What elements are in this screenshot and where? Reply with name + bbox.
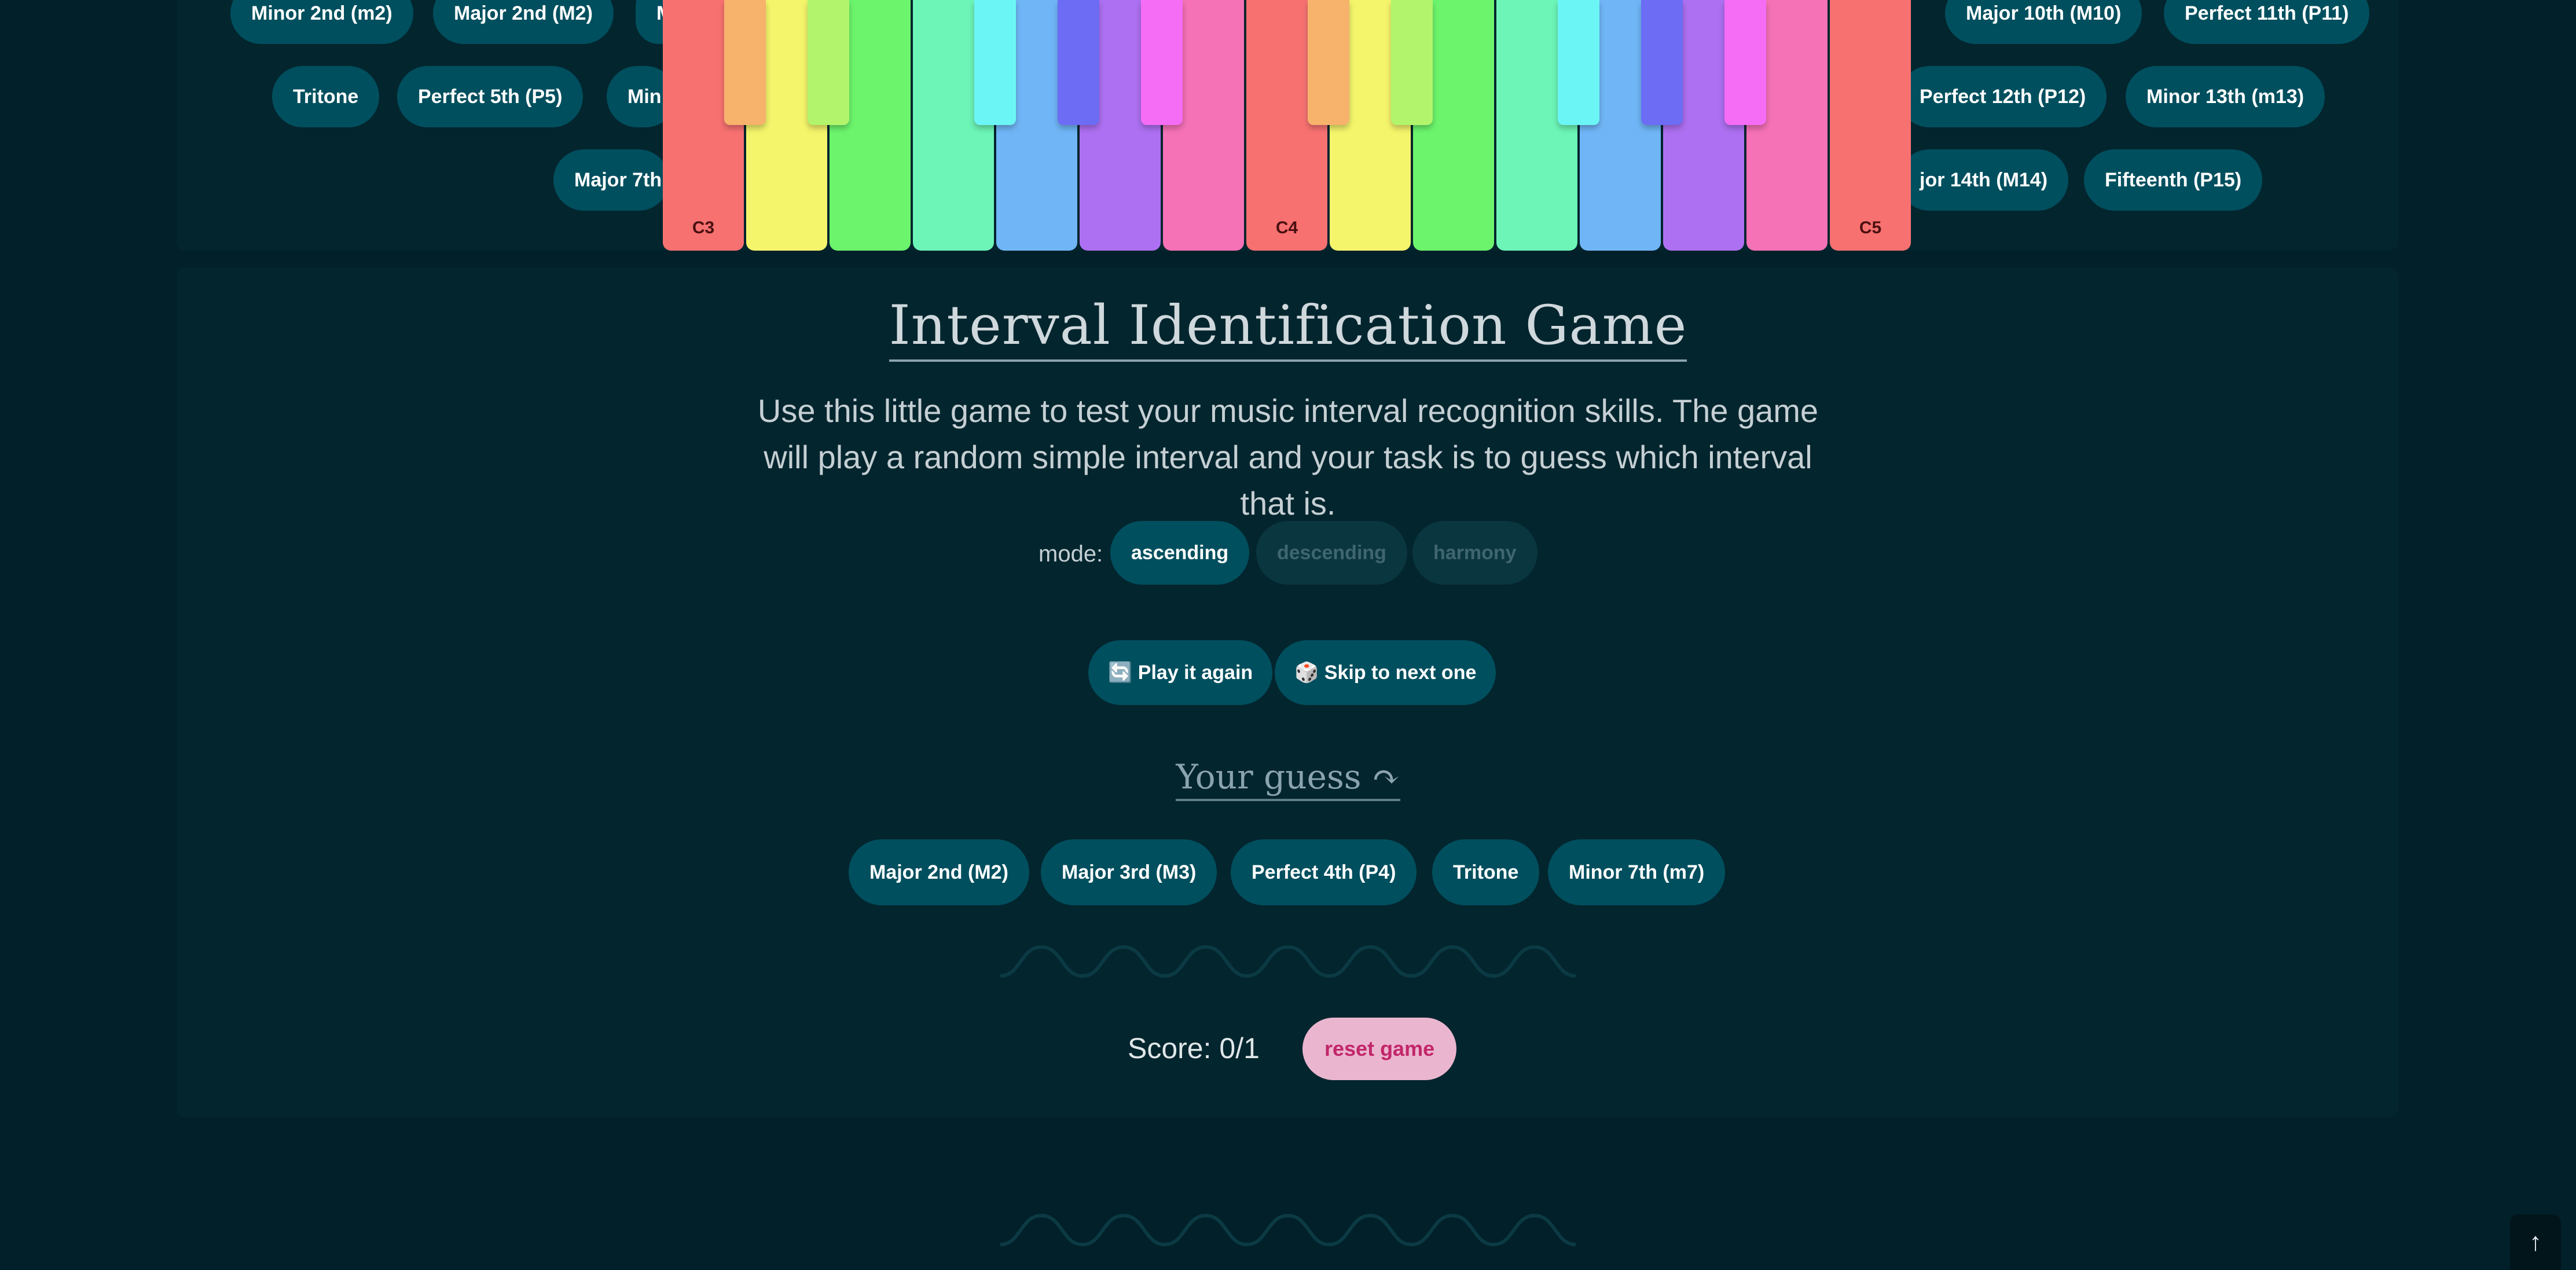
interval-button[interactable]: Perfect 12th (P12)	[1899, 66, 2107, 127]
black-piano-key[interactable]	[1558, 0, 1599, 125]
interval-button[interactable]: Perfect 11th (P11)	[2164, 0, 2370, 44]
black-piano-key[interactable]	[808, 0, 849, 125]
black-piano-key[interactable]	[1308, 0, 1349, 125]
skip-next-button[interactable]: 🎲 Skip to next one	[1275, 640, 1496, 705]
black-piano-key[interactable]	[974, 0, 1016, 125]
black-piano-key[interactable]	[1141, 0, 1183, 125]
piano-keyboard: C3 C4 C5	[663, 0, 1913, 251]
guess-option-button[interactable]: Major 3rd (M3)	[1041, 839, 1217, 905]
interval-button[interactable]: Fifteenth (P15)	[2084, 149, 2263, 211]
white-piano-key[interactable]: C5	[1830, 0, 1911, 251]
black-piano-key[interactable]	[1058, 0, 1099, 125]
interval-button[interactable]: jor 14th (M14)	[1899, 149, 2069, 211]
mode-descending-button[interactable]: descending	[1256, 521, 1407, 585]
key-note-label: C4	[1275, 218, 1298, 237]
interval-button[interactable]: Major 7th	[553, 149, 669, 211]
play-again-button[interactable]: 🔄 Play it again	[1088, 640, 1273, 705]
mode-label: mode:	[1039, 541, 1103, 567]
reset-game-button[interactable]: reset game	[1302, 1018, 1457, 1080]
wavy-divider	[1000, 945, 1576, 978]
guess-option-button[interactable]: Minor 7th (m7)	[1548, 839, 1726, 905]
black-piano-key[interactable]	[1724, 0, 1766, 125]
mode-harmony-button[interactable]: harmony	[1412, 521, 1537, 585]
interval-button[interactable]: Minor 13th (m13)	[2126, 66, 2325, 127]
your-guess-heading: Your guess ↷	[0, 757, 2576, 801]
score-display: Score: 0/1	[1128, 1032, 1260, 1065]
page-title: Interval Identification Game	[0, 294, 2576, 362]
game-description: Use this little game to test your music …	[757, 392, 1819, 522]
key-note-label: C5	[1859, 218, 1882, 237]
interval-button[interactable]: Major 10th (M10)	[1945, 0, 2142, 44]
arrow-up-icon: ↑	[2529, 1228, 2542, 1256]
scroll-to-top-button[interactable]: ↑	[2510, 1214, 2561, 1270]
interval-button[interactable]: Major 2nd (M2)	[433, 0, 614, 44]
interval-button[interactable]: Minor 2nd (m2)	[230, 0, 413, 44]
interval-button[interactable]: Tritone	[272, 66, 380, 127]
black-piano-key[interactable]	[1641, 0, 1683, 125]
black-piano-key[interactable]	[724, 0, 766, 125]
guess-option-button[interactable]: Major 2nd (M2)	[849, 839, 1029, 905]
guess-option-button[interactable]: Perfect 4th (P4)	[1231, 839, 1417, 905]
mode-ascending-button[interactable]: ascending	[1110, 521, 1250, 585]
key-note-label: C3	[692, 218, 715, 237]
black-piano-key[interactable]	[1391, 0, 1433, 125]
wavy-divider	[1000, 1213, 1576, 1247]
interval-button[interactable]: Perfect 5th (P5)	[397, 66, 584, 127]
guess-option-button[interactable]: Tritone	[1432, 839, 1540, 905]
